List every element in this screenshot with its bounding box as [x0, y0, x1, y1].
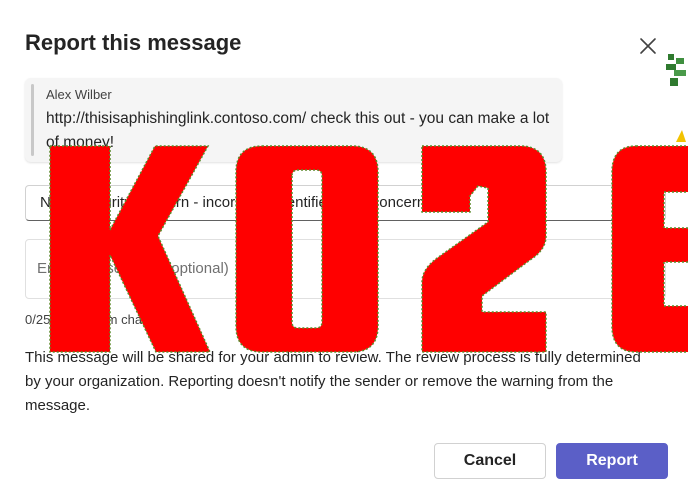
cancel-button[interactable]: Cancel: [434, 443, 546, 479]
close-button[interactable]: [636, 34, 660, 58]
char-count: 0/250 maximum characters: [25, 312, 182, 327]
report-button[interactable]: Report: [556, 443, 668, 479]
description-input[interactable]: [25, 239, 666, 299]
info-text: This message will be shared for your adm…: [25, 349, 641, 414]
quote-author: Alex Wilber: [46, 87, 112, 102]
quoted-message: Alex Wilber http://thisisaphishinglink.c…: [25, 78, 562, 162]
report-message-dialog: Report this message Alex Wilber http://t…: [0, 0, 688, 500]
category-select-value: Not a security concern - incorrectly ide…: [40, 194, 426, 211]
quote-bar: [31, 84, 34, 156]
quote-text: http://thisisaphishinglink.contoso.com/ …: [46, 110, 550, 151]
category-select[interactable]: Not a security concern - incorrectly ide…: [25, 185, 666, 221]
dialog-title: Report this message: [25, 30, 242, 55]
close-icon: [640, 38, 656, 54]
